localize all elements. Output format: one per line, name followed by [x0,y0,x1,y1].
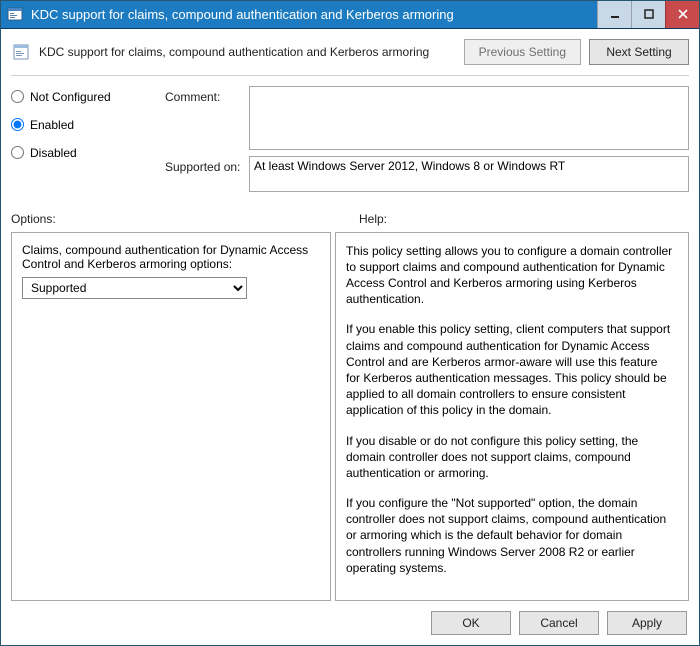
header-row: KDC support for claims, compound authent… [11,29,689,75]
options-dropdown[interactable]: Supported [22,277,247,299]
previous-setting-button: Previous Setting [464,39,581,65]
close-button[interactable] [665,1,699,28]
ok-button[interactable]: OK [431,611,511,635]
policy-name: KDC support for claims, compound authent… [39,45,456,59]
columns-header: Options: Help: [11,212,689,226]
state-enabled[interactable]: Enabled [11,118,161,132]
radio-label: Disabled [30,146,77,160]
panels: Claims, compound authentication for Dyna… [11,232,689,601]
app-icon [1,6,29,22]
footer-buttons: OK Cancel Apply [11,601,689,635]
supported-on-box[interactable]: At least Windows Server 2012, Windows 8 … [249,156,689,192]
radio-label: Not Configured [30,90,111,104]
next-setting-button[interactable]: Next Setting [589,39,689,65]
help-column-label: Help: [359,212,689,226]
help-text[interactable]: This policy setting allows you to config… [346,243,678,590]
supported-on-label: Supported on: [165,156,245,174]
maximize-button[interactable] [631,1,665,28]
close-icon [678,9,688,19]
help-paragraph: If you configure the "Not supported" opt… [346,495,674,576]
cancel-button[interactable]: Cancel [519,611,599,635]
radio-label: Enabled [30,118,74,132]
minimize-icon [610,9,620,19]
supported-on-text: At least Windows Server 2012, Windows 8 … [254,159,565,173]
help-paragraph: If you enable this policy setting, clien… [346,321,674,418]
comment-input[interactable] [249,86,689,150]
options-panel: Claims, compound authentication for Dyna… [11,232,331,601]
help-paragraph: This policy setting allows you to config… [346,243,674,308]
divider [11,75,689,76]
maximize-icon [644,9,654,19]
help-panel: This policy setting allows you to config… [335,232,689,601]
radio-disabled[interactable] [11,146,24,159]
radio-enabled[interactable] [11,118,24,131]
policy-icon [11,41,33,63]
state-not-configured[interactable]: Not Configured [11,90,161,104]
comment-label: Comment: [165,86,245,104]
minimize-button[interactable] [597,1,631,28]
apply-button[interactable]: Apply [607,611,687,635]
config-section: Not Configured Enabled Disabled Comment:… [11,86,689,192]
window-title: KDC support for claims, compound authent… [29,7,597,22]
options-dropdown-label: Claims, compound authentication for Dyna… [22,243,320,271]
gpo-setting-dialog: KDC support for claims, compound authent… [0,0,700,646]
options-column-label: Options: [11,212,335,226]
state-disabled[interactable]: Disabled [11,146,161,160]
radio-not-configured[interactable] [11,90,24,103]
help-paragraph: If you disable or do not configure this … [346,433,674,482]
titlebar: KDC support for claims, compound authent… [1,1,699,29]
window-controls [597,1,699,28]
